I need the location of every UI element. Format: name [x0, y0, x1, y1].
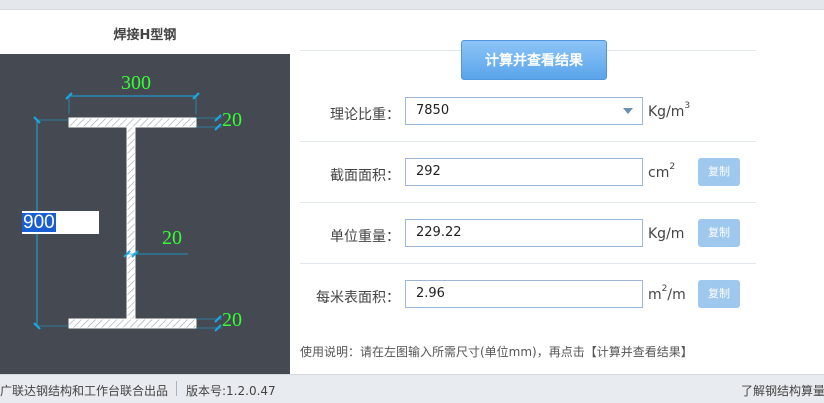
learn-more-link[interactable]: 了解钢结构算量	[741, 382, 824, 399]
density-label: 理论比重：	[330, 107, 400, 123]
footer-separator	[176, 381, 177, 396]
h-beam-drawing-canvas: 300 20 20 20 900	[0, 54, 290, 375]
density-select[interactable]: 7850	[405, 97, 643, 125]
chevron-down-icon[interactable]	[623, 108, 633, 114]
copy-surface-area-button[interactable]: 复制	[698, 280, 740, 308]
area-label: 截面面积：	[330, 168, 400, 184]
surface-area-unit: m2/m	[648, 284, 686, 303]
copy-unit-weight-button[interactable]: 复制	[698, 219, 740, 247]
unit-weight-label: 单位重量：	[330, 229, 400, 245]
footer-credit: 广联达钢结构和工作台联合出品	[0, 384, 169, 398]
divider	[300, 202, 756, 203]
density-unit: Kg/m3	[648, 101, 691, 120]
divider	[300, 263, 756, 264]
footer: 广联达钢结构和工作台联合出品 版本号:1.2.0.47 了解钢结构算量	[0, 374, 824, 403]
bottom-flange	[68, 318, 197, 329]
density-value: 7850	[416, 103, 450, 118]
section-title: 焊接H型钢	[113, 28, 177, 43]
unit-weight-unit: Kg/m	[648, 226, 685, 242]
surface-area-label: 每米表面积：	[316, 290, 400, 306]
top-flange	[68, 117, 197, 128]
main-panel: 焊接H型钢 300 20 20 20 900 计算并查看结果 理论比重： 785…	[0, 10, 824, 375]
copy-area-button[interactable]: 复制	[698, 158, 740, 186]
area-field[interactable]: 292	[405, 158, 643, 186]
unit-weight-field[interactable]: 229.22	[405, 219, 643, 247]
height-input[interactable]: 900	[22, 211, 99, 234]
surface-area-field[interactable]: 2.96	[405, 280, 643, 308]
area-unit: cm2	[648, 162, 676, 181]
top-bar	[0, 0, 824, 10]
height-input-value: 900	[22, 212, 56, 233]
top-flange-thickness-label[interactable]: 20	[222, 109, 242, 132]
web-thickness-label[interactable]: 20	[162, 227, 182, 250]
divider	[300, 141, 756, 142]
calculate-button[interactable]: 计算并查看结果	[461, 40, 607, 80]
version-label: 版本号:1.2.0.47	[186, 384, 276, 398]
web	[126, 126, 136, 320]
width-input-label[interactable]: 300	[121, 72, 151, 95]
usage-instructions: 使用说明：请在左图输入所需尺寸(单位mm)，再点击【计算并查看结果】	[300, 345, 693, 359]
bottom-flange-thickness-label[interactable]: 20	[222, 309, 242, 332]
